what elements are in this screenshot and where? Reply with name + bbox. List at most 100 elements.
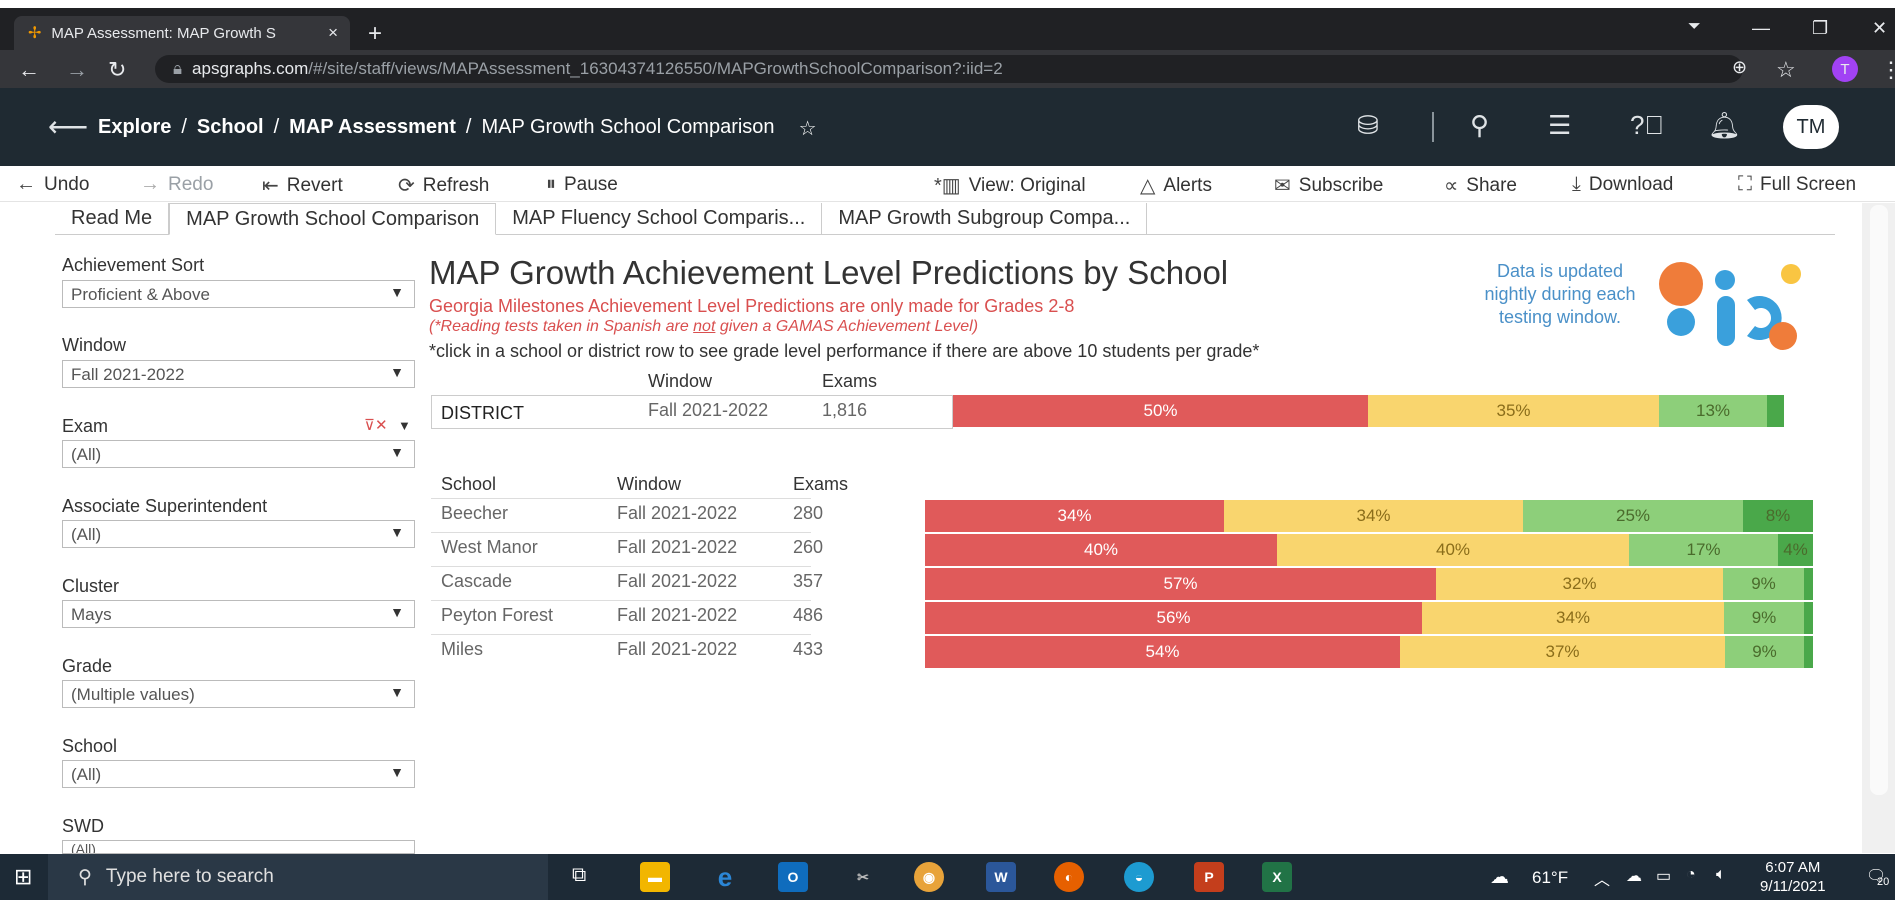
- word-icon[interactable]: W: [986, 862, 1016, 892]
- tab-map-growth-subgroup-comparison[interactable]: MAP Growth Subgroup Compa...: [822, 203, 1148, 235]
- crumb-map-assessment[interactable]: MAP Assessment: [289, 116, 456, 141]
- search-icon[interactable]: ⚲: [1470, 110, 1489, 141]
- excel-icon[interactable]: X: [1262, 862, 1292, 892]
- tab-read-me[interactable]: Read Me: [55, 203, 170, 235]
- onedrive-icon[interactable]: ☁: [1626, 866, 1642, 886]
- filter-menu-icon[interactable]: ▼: [398, 418, 411, 433]
- minimize-icon[interactable]: —: [1752, 18, 1770, 39]
- scrollbar-thumb[interactable]: [1870, 205, 1888, 795]
- school-bar-segment-distinguished[interactable]: 4%: [1778, 534, 1813, 566]
- file-explorer-icon[interactable]: ▬: [640, 862, 670, 892]
- crumb-school[interactable]: School: [197, 116, 264, 141]
- edge-icon[interactable]: ◒: [1124, 862, 1154, 892]
- district-bar-segment-below[interactable]: 50%: [953, 395, 1368, 427]
- school-exams[interactable]: 260: [793, 537, 823, 558]
- school-bar-segment-below[interactable]: 56%: [925, 602, 1422, 634]
- user-avatar[interactable]: TM: [1783, 105, 1839, 149]
- weather-temp[interactable]: 61°F: [1532, 868, 1568, 888]
- cluster-dropdown[interactable]: Mays ▼: [62, 600, 415, 628]
- district-label[interactable]: DISTRICT: [441, 403, 524, 424]
- school-bar-segment-proficient[interactable]: 9%: [1724, 602, 1804, 634]
- browser-menu-icon[interactable]: ⋮: [1880, 57, 1895, 83]
- favorite-star-icon[interactable]: ☆: [799, 116, 817, 141]
- volume-icon[interactable]: 🔈︎: [1716, 866, 1726, 884]
- school-bar-segment-proficient[interactable]: 9%: [1723, 568, 1804, 600]
- district-bar-segment-developing[interactable]: 35%: [1368, 395, 1659, 427]
- school-window[interactable]: Fall 2021-2022: [617, 639, 737, 660]
- alerts-button[interactable]: △ Alerts: [1140, 173, 1212, 198]
- reload-icon[interactable]: ↻: [108, 57, 126, 83]
- school-bar-segment-distinguished[interactable]: 8%: [1743, 500, 1813, 532]
- school-bar-segment-proficient[interactable]: 9%: [1725, 636, 1804, 668]
- tray-chevron-icon[interactable]: ︿: [1594, 866, 1610, 890]
- school-bar-segment-distinguished[interactable]: [1804, 568, 1813, 600]
- bookmark-star-icon[interactable]: ☆: [1776, 57, 1796, 83]
- school-window[interactable]: Fall 2021-2022: [617, 537, 737, 558]
- district-bar-segment-distinguished[interactable]: [1767, 395, 1784, 427]
- school-bar-segment-developing[interactable]: 37%: [1400, 636, 1725, 668]
- battery-icon[interactable]: ▭: [1656, 866, 1671, 886]
- view-original-button[interactable]: *▥ View: Original: [934, 173, 1086, 198]
- school-name[interactable]: Beecher: [441, 503, 508, 524]
- undo-button[interactable]: ← Undo: [16, 173, 89, 196]
- help-icon[interactable]: ?⃝: [1630, 110, 1664, 141]
- school-bar-segment-developing[interactable]: 32%: [1436, 568, 1723, 600]
- powerpoint-icon[interactable]: P: [1194, 862, 1224, 892]
- school-exams[interactable]: 486: [793, 605, 823, 626]
- window-dropdown[interactable]: Fall 2021-2022 ▼: [62, 360, 415, 388]
- school-window[interactable]: Fall 2021-2022: [617, 503, 737, 524]
- school-bar-segment-developing[interactable]: 34%: [1422, 602, 1724, 634]
- browser-tab[interactable]: ✢ MAP Assessment: MAP Growth S ×: [14, 16, 350, 50]
- associate-superintendent-dropdown[interactable]: (All) ▼: [62, 520, 415, 548]
- firefox-icon[interactable]: ◐: [1054, 862, 1084, 892]
- achievement-sort-dropdown[interactable]: Proficient & Above ▼: [62, 280, 415, 308]
- subscribe-button[interactable]: ✉ Subscribe: [1274, 173, 1383, 198]
- school-bar-segment-below[interactable]: 34%: [925, 500, 1224, 532]
- edge-legacy-icon[interactable]: e: [710, 862, 740, 892]
- zoom-icon[interactable]: ⊕: [1732, 57, 1747, 78]
- data-source-icon[interactable]: ⛁: [1357, 110, 1379, 141]
- profile-avatar[interactable]: T: [1832, 56, 1858, 82]
- grade-dropdown[interactable]: (Multiple values) ▼: [62, 680, 415, 708]
- school-bar-segment-developing[interactable]: 40%: [1277, 534, 1629, 566]
- back-arrow-icon[interactable]: ⟵: [48, 110, 88, 143]
- new-tab-button[interactable]: +: [368, 20, 382, 48]
- tab-map-fluency-school-comparison[interactable]: MAP Fluency School Comparis...: [496, 203, 823, 235]
- school-exams[interactable]: 433: [793, 639, 823, 660]
- pause-button[interactable]: ⏸ Pause: [546, 173, 618, 196]
- redo-button[interactable]: → Redo: [140, 173, 213, 196]
- refresh-button[interactable]: ⟳ Refresh: [398, 173, 489, 198]
- windows-start-icon[interactable]: ⊞: [14, 864, 32, 890]
- school-bar-segment-below[interactable]: 54%: [925, 636, 1400, 668]
- back-icon[interactable]: ←: [18, 57, 40, 83]
- school-exams[interactable]: 280: [793, 503, 823, 524]
- task-view-icon[interactable]: ⧉: [572, 864, 586, 887]
- district-bar-segment-proficient[interactable]: 13%: [1659, 395, 1767, 427]
- revert-button[interactable]: ⇤ Revert: [262, 173, 343, 198]
- school-dropdown[interactable]: (All) ▼: [62, 760, 415, 788]
- school-bar-segment-proficient[interactable]: 17%: [1629, 534, 1778, 566]
- favorites-list-icon[interactable]: ☰: [1548, 110, 1571, 141]
- forward-icon[interactable]: →: [66, 57, 88, 83]
- snipping-tool-icon[interactable]: ✂: [848, 862, 878, 892]
- chrome-icon[interactable]: ◉: [914, 862, 944, 892]
- school-bar-segment-below[interactable]: 57%: [925, 568, 1436, 600]
- crumb-explore[interactable]: Explore: [98, 116, 171, 141]
- tab-map-growth-school-comparison[interactable]: MAP Growth School Comparison: [169, 203, 497, 235]
- school-name[interactable]: Peyton Forest: [441, 605, 553, 626]
- swd-dropdown[interactable]: (All): [62, 840, 415, 854]
- school-bar-segment-developing[interactable]: 34%: [1224, 500, 1523, 532]
- school-name[interactable]: West Manor: [441, 537, 538, 558]
- restore-icon[interactable]: ❐: [1812, 18, 1828, 39]
- full-screen-button[interactable]: ⛶ Full Screen: [1738, 173, 1856, 196]
- taskbar-clock[interactable]: 6:07 AM 9/11/2021: [1760, 858, 1826, 896]
- school-name[interactable]: Miles: [441, 639, 483, 660]
- profile-dropdown-icon[interactable]: ⏷: [1688, 18, 1701, 36]
- notifications-bell-icon[interactable]: 🔔︎: [1708, 110, 1741, 141]
- school-window[interactable]: Fall 2021-2022: [617, 571, 737, 592]
- vertical-scrollbar[interactable]: [1862, 203, 1895, 853]
- wifi-icon[interactable]: ◔: [1686, 866, 1696, 884]
- school-bar-segment-distinguished[interactable]: [1804, 636, 1813, 668]
- school-name[interactable]: Cascade: [441, 571, 512, 592]
- close-window-icon[interactable]: ✕: [1872, 18, 1887, 39]
